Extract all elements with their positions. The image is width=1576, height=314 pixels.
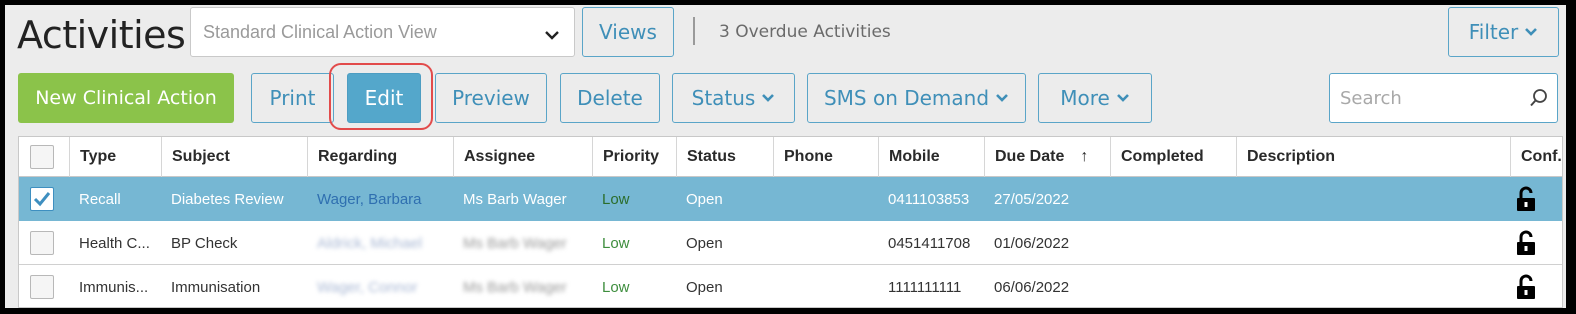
sms-button-label: SMS on Demand — [823, 86, 990, 110]
cell-subject: Immunisation — [171, 278, 261, 296]
column-due-date-label: Due Date — [995, 148, 1065, 165]
cell-priority: Low — [602, 190, 630, 208]
column-priority[interactable]: Priority — [592, 137, 676, 177]
search-placeholder: Search — [1340, 87, 1402, 109]
print-button-label: Print — [269, 86, 316, 110]
cell-subject: Diabetes Review — [171, 190, 284, 208]
sms-on-demand-button[interactable]: SMS on Demand — [807, 73, 1026, 123]
cell-phone — [773, 265, 878, 308]
views-button[interactable]: Views — [582, 7, 674, 57]
table-row[interactable]: Health C... BP Check Aldrick, Michael Ms… — [19, 221, 1562, 265]
cell-due-date: 06/06/2022 — [994, 278, 1070, 296]
row-checkbox[interactable] — [30, 231, 54, 255]
cell-assignee: Ms Barb Wager — [463, 278, 567, 296]
column-subject[interactable]: Subject — [161, 137, 307, 177]
cell-subject: BP Check — [171, 234, 238, 252]
cell-assignee: Ms Barb Wager — [463, 190, 567, 208]
header-divider — [693, 17, 695, 45]
new-clinical-action-button[interactable]: New Clinical Action — [18, 73, 234, 123]
search-input[interactable]: Search — [1329, 73, 1558, 123]
chevron-down-icon — [544, 25, 560, 46]
cell-priority: Low — [602, 278, 630, 296]
cell-phone — [773, 221, 878, 265]
cell-regarding-link[interactable]: Aldrick, Michael — [307, 221, 453, 265]
checkmark-icon — [33, 192, 51, 207]
chevron-down-icon — [995, 93, 1009, 103]
cell-type: Recall — [79, 190, 121, 208]
cell-description — [1236, 265, 1510, 308]
edit-button[interactable]: Edit — [347, 73, 421, 123]
view-select-value: Standard Clinical Action View — [203, 21, 437, 42]
select-all-cell — [19, 137, 69, 177]
column-assignee[interactable]: Assignee — [453, 137, 592, 177]
cell-status: Open — [686, 190, 723, 208]
column-status[interactable]: Status — [676, 137, 773, 177]
delete-button[interactable]: Delete — [560, 73, 660, 123]
activities-table: Type Subject Regarding Assignee Priority… — [18, 136, 1563, 308]
cell-status: Open — [686, 278, 723, 296]
cell-due-date: 27/05/2022 — [994, 190, 1070, 208]
column-type[interactable]: Type — [69, 137, 161, 177]
cell-mobile: 0411103853 — [888, 190, 970, 208]
cell-assignee: Ms Barb Wager — [463, 234, 567, 252]
row-checkbox[interactable] — [30, 275, 54, 299]
print-button[interactable]: Print — [251, 73, 334, 123]
status-button-label: Status — [691, 86, 756, 110]
preview-button-label: Preview — [452, 86, 530, 110]
table-row[interactable]: Recall Diabetes Review Wager, Barbara Ms… — [19, 177, 1562, 221]
column-phone[interactable]: Phone — [773, 137, 878, 177]
chevron-down-icon — [761, 93, 775, 103]
search-icon[interactable] — [1529, 88, 1549, 113]
cell-completed — [1110, 265, 1236, 308]
cell-mobile: 1111111111 — [888, 278, 962, 296]
edit-button-label: Edit — [364, 86, 404, 110]
chevron-down-icon — [1116, 93, 1130, 103]
cell-regarding-link[interactable]: Wager, Barbara — [307, 177, 453, 221]
table-header: Type Subject Regarding Assignee Priority… — [19, 137, 1562, 177]
view-select[interactable]: Standard Clinical Action View — [190, 7, 575, 57]
filter-button-label: Filter — [1468, 20, 1519, 44]
select-all-checkbox[interactable] — [30, 145, 54, 169]
cell-description — [1236, 221, 1510, 265]
overdue-count[interactable]: 3 Overdue Activities — [719, 22, 891, 42]
cell-due-date: 01/06/2022 — [994, 234, 1070, 252]
sort-up-icon: ↑ — [1080, 148, 1089, 165]
status-button[interactable]: Status — [672, 73, 795, 123]
delete-button-label: Delete — [577, 86, 643, 110]
row-checkbox[interactable] — [30, 187, 54, 211]
cell-priority: Low — [602, 234, 630, 252]
table-row[interactable]: Immunis... Immunisation Wager, Connor Ms… — [19, 265, 1562, 308]
column-description[interactable]: Description — [1236, 137, 1510, 177]
cell-type: Health C... — [79, 234, 150, 252]
column-completed[interactable]: Completed — [1110, 137, 1236, 177]
preview-button[interactable]: Preview — [435, 73, 547, 123]
cell-type: Immunis... — [79, 278, 149, 296]
cell-completed — [1110, 177, 1236, 221]
cell-mobile: 0451411708 — [888, 234, 971, 252]
cell-description — [1236, 177, 1510, 221]
lock-open-icon[interactable] — [1515, 274, 1537, 305]
activities-window: Activities Standard Clinical Action View… — [5, 5, 1566, 308]
cell-completed — [1110, 221, 1236, 265]
cell-regarding-link[interactable]: Wager, Connor — [307, 265, 453, 308]
column-due-date[interactable]: Due Date ↑ — [984, 137, 1110, 177]
more-button-label: More — [1060, 86, 1110, 110]
views-button-label: Views — [599, 20, 657, 44]
column-conf[interactable]: Conf. — [1510, 137, 1564, 177]
lock-open-icon[interactable] — [1515, 230, 1537, 261]
cell-phone — [773, 177, 878, 221]
lock-open-icon[interactable] — [1515, 186, 1537, 217]
chevron-down-icon — [1524, 27, 1538, 37]
more-button[interactable]: More — [1038, 73, 1152, 123]
cell-status: Open — [686, 234, 723, 252]
page-title: Activities — [17, 13, 186, 57]
column-regarding[interactable]: Regarding — [307, 137, 453, 177]
filter-button[interactable]: Filter — [1448, 7, 1559, 57]
column-mobile[interactable]: Mobile — [878, 137, 984, 177]
